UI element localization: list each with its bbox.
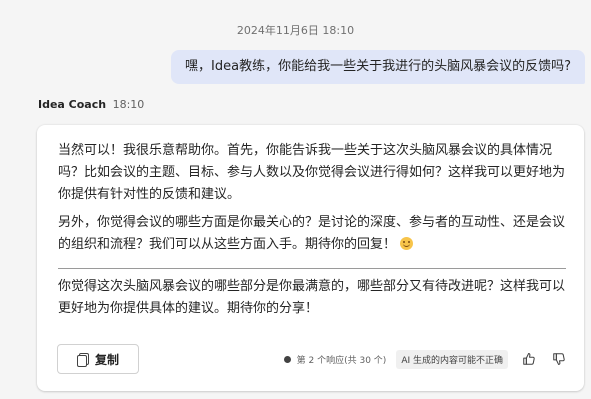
bot-name: Idea Coach bbox=[38, 98, 107, 111]
smiling-face-icon bbox=[400, 237, 414, 250]
user-message-bubble: 嘿，Idea教练，你能给我一些关于我进行的头脑风暴会议的反馈吗? bbox=[171, 50, 585, 84]
copy-button[interactable]: 复制 bbox=[57, 344, 139, 374]
ai-disclaimer-badge: AI 生成的内容可能不正确 bbox=[396, 349, 508, 369]
bot-response-card: 当然可以！我很乐意帮助你。首先，你能告诉我一些关于这次头脑风暴会议的具体情况吗？… bbox=[37, 125, 584, 391]
response-divider bbox=[58, 268, 566, 269]
response-count: 第 2 个响应(共 30 个) bbox=[296, 355, 387, 366]
copy-button-label: 复制 bbox=[94, 352, 119, 367]
bot-header: Idea Coach 18:10 bbox=[38, 98, 144, 111]
copy-icon bbox=[76, 352, 89, 367]
conversation-timestamp: 2024年11月6日 18:10 bbox=[236, 24, 355, 37]
response-paragraph-1: 当然可以！我很乐意帮助你。首先，你能告诉我一些关于这次头脑风暴会议的具体情况吗？… bbox=[58, 143, 566, 202]
response-paragraph-3: 你觉得这次头脑风暴会议的哪些部分是你最满意的，哪些部分又有待改进呢？这样我可以更… bbox=[58, 279, 566, 316]
thumbs-down-icon[interactable] bbox=[550, 350, 568, 368]
response-paragraph-2: 另外，你觉得会议的哪些方面是你最关心的？是讨论的深度、参与者的互动性、还是会议的… bbox=[58, 212, 566, 256]
response-paragraph-2-text: 另外，你觉得会议的哪些方面是你最关心的？是讨论的深度、参与者的互动性、还是会议的… bbox=[58, 215, 566, 252]
response-indicator-dot bbox=[283, 355, 291, 363]
bot-message-time: 18:10 bbox=[112, 98, 145, 111]
thumbs-up-icon[interactable] bbox=[520, 350, 538, 368]
response-footer: 第 2 个响应(共 30 个) AI 生成的内容可能不正确 bbox=[283, 348, 568, 370]
